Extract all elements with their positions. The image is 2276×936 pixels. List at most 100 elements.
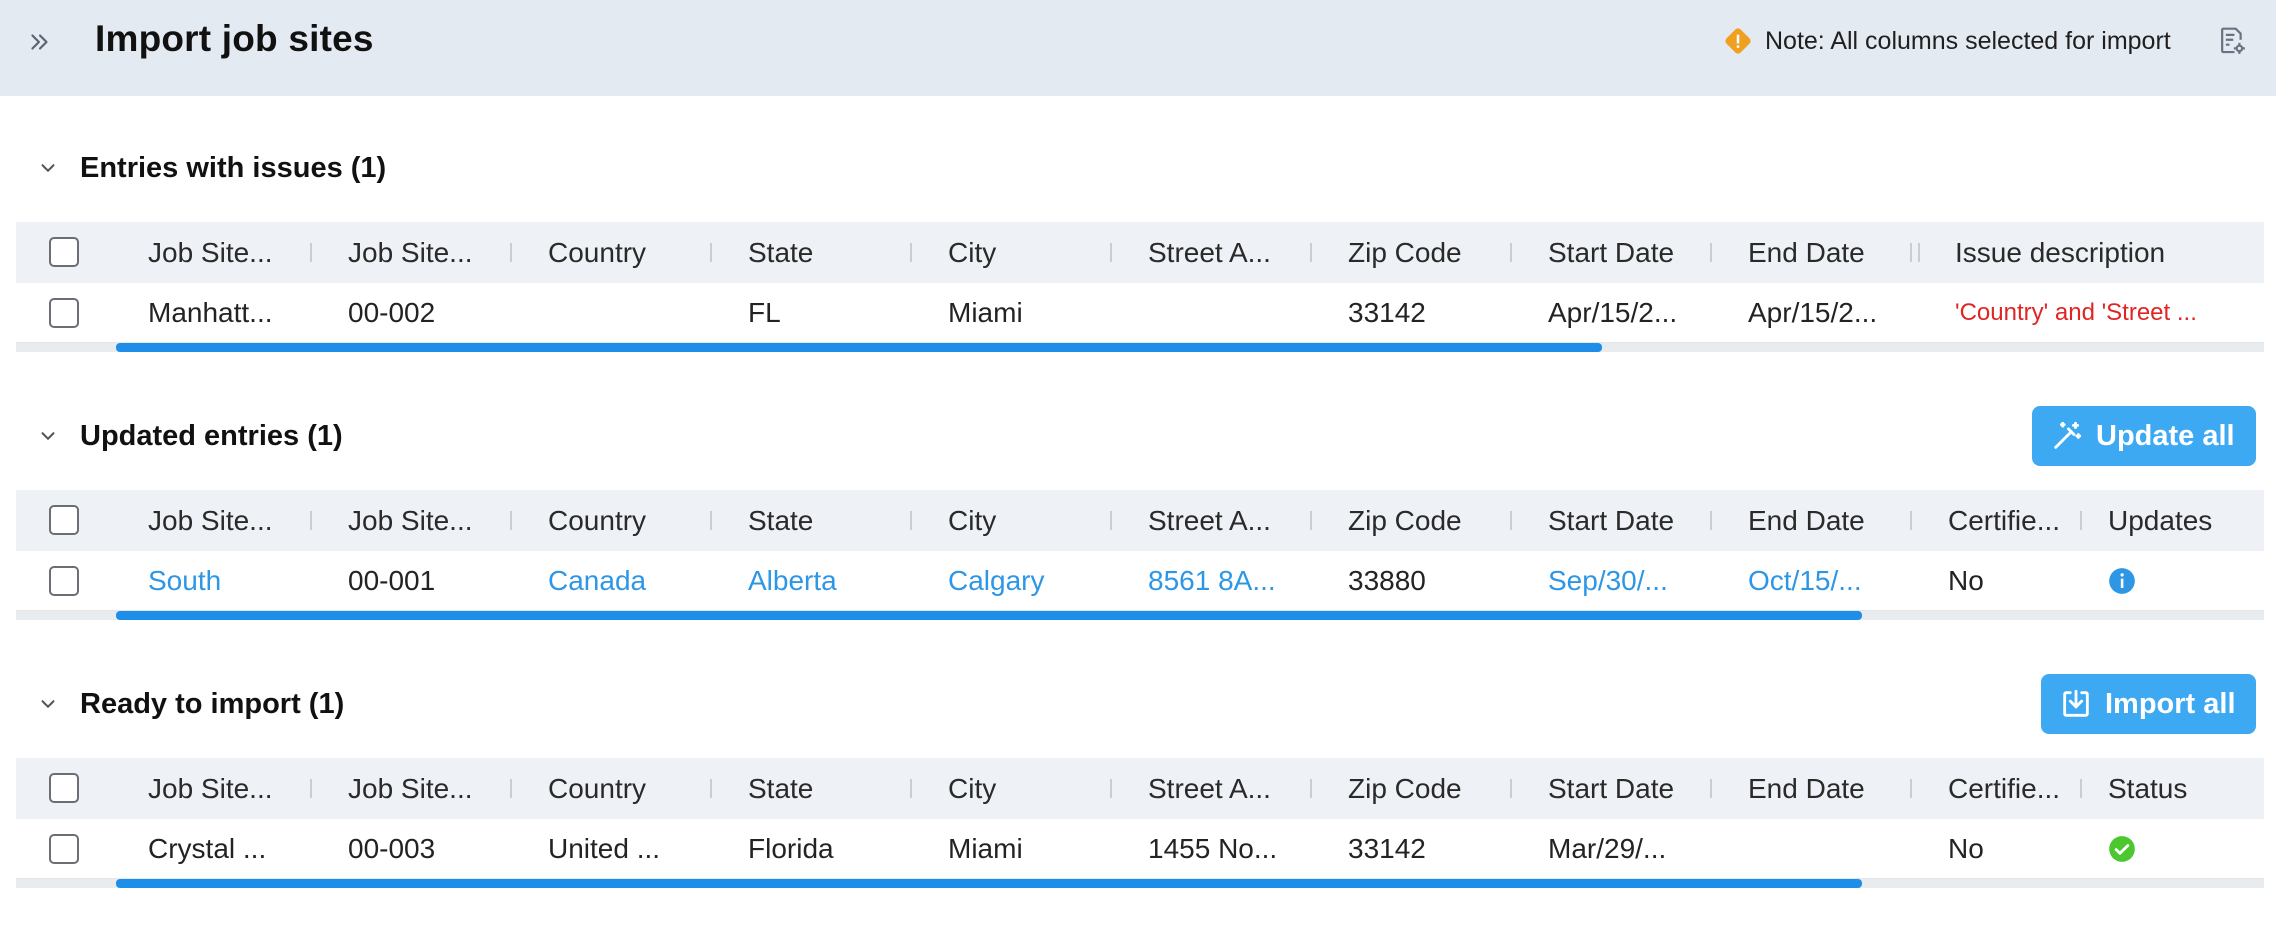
table-row[interactable]: South 00-001 Canada Alberta Calgary 8561… [16, 551, 2264, 611]
row-checkbox[interactable] [49, 298, 79, 328]
column-resizer[interactable] [1918, 243, 1920, 262]
column-resizer[interactable] [1710, 243, 1712, 262]
column-header[interactable]: Country [548, 758, 718, 819]
column-header[interactable]: State [748, 222, 918, 283]
column-resizer[interactable] [1110, 779, 1112, 798]
column-header[interactable]: Job Site... [148, 490, 318, 551]
column-header[interactable]: Certifie... [1948, 758, 2098, 819]
scrollbar-thumb[interactable] [116, 343, 1602, 352]
column-resizer[interactable] [1110, 511, 1112, 530]
column-header[interactable]: End Date [1748, 758, 1918, 819]
column-header[interactable]: Start Date [1548, 758, 1718, 819]
column-header[interactable]: Street A... [1148, 490, 1318, 551]
section-title: Entries with issues (1) [80, 151, 387, 184]
import-all-button[interactable]: Import all [2041, 674, 2256, 734]
column-header[interactable]: Updates [2108, 490, 2258, 551]
column-header[interactable]: Job Site... [348, 490, 518, 551]
column-header[interactable]: Issue description [1955, 222, 2255, 283]
column-header[interactable]: End Date [1748, 222, 1908, 283]
column-header[interactable]: Street A... [1148, 222, 1318, 283]
row-checkbox[interactable] [49, 566, 79, 596]
cell-street-address [1148, 283, 1318, 343]
import-all-label: Import all [2105, 687, 2236, 720]
column-header[interactable]: City [948, 490, 1118, 551]
column-resizer[interactable] [710, 511, 712, 530]
column-header[interactable]: Street A... [1148, 758, 1318, 819]
scrollbar-thumb[interactable] [116, 879, 1862, 888]
column-header[interactable]: Country [548, 222, 718, 283]
column-header[interactable]: Zip Code [1348, 758, 1518, 819]
column-resizer[interactable] [310, 243, 312, 262]
column-header[interactable]: Job Site... [348, 758, 518, 819]
horizontal-scrollbar[interactable] [16, 343, 2264, 352]
column-resizer[interactable] [1910, 243, 1912, 262]
column-resizer[interactable] [2080, 511, 2082, 530]
row-checkbox[interactable] [49, 834, 79, 864]
column-header[interactable]: City [948, 758, 1118, 819]
column-header[interactable]: Certifie... [1948, 490, 2098, 551]
column-resizer[interactable] [1910, 511, 1912, 530]
column-header[interactable]: Job Site... [148, 758, 318, 819]
cell-start-date: Sep/30/... [1548, 565, 1668, 596]
horizontal-scrollbar[interactable] [16, 611, 2264, 620]
column-resizer[interactable] [510, 779, 512, 798]
collapse-updated-button[interactable] [30, 418, 66, 454]
select-all-checkbox[interactable] [49, 773, 79, 803]
update-all-button[interactable]: Update all [2032, 406, 2256, 466]
column-header[interactable]: Zip Code [1348, 222, 1518, 283]
cell-end-date: Oct/15/... [1748, 565, 1862, 596]
update-all-label: Update all [2096, 419, 2235, 452]
column-header[interactable]: Country [548, 490, 718, 551]
collapse-issues-button[interactable] [30, 150, 66, 186]
column-resizer[interactable] [2080, 779, 2082, 798]
collapse-ready-button[interactable] [30, 686, 66, 722]
column-resizer[interactable] [1310, 511, 1312, 530]
cell-state: Alberta [748, 565, 837, 596]
column-header[interactable]: State [748, 758, 918, 819]
column-header[interactable]: Zip Code [1348, 490, 1518, 551]
expand-sidebar-button[interactable] [22, 24, 58, 60]
column-resizer[interactable] [910, 243, 912, 262]
column-resizer[interactable] [1510, 779, 1512, 798]
column-header[interactable]: Start Date [1548, 222, 1718, 283]
column-resizer[interactable] [1310, 779, 1312, 798]
select-all-checkbox[interactable] [49, 237, 79, 267]
column-header[interactable]: Start Date [1548, 490, 1718, 551]
column-resizer[interactable] [1310, 243, 1312, 262]
column-header[interactable]: State [748, 490, 918, 551]
cell-street-address: 1455 No... [1148, 833, 1278, 864]
column-resizer[interactable] [310, 511, 312, 530]
cell-country [548, 283, 718, 343]
cell-job-site-name: Manhatt... [148, 297, 273, 328]
select-all-checkbox[interactable] [49, 505, 79, 535]
column-resizer[interactable] [710, 779, 712, 798]
column-resizer[interactable] [1510, 511, 1512, 530]
column-settings-button[interactable] [2214, 22, 2250, 60]
column-resizer[interactable] [1710, 511, 1712, 530]
column-header[interactable]: Status [2108, 758, 2258, 819]
chevron-down-icon [41, 164, 55, 173]
column-header[interactable]: Job Site... [148, 222, 318, 283]
column-resizer[interactable] [910, 511, 912, 530]
column-resizer[interactable] [510, 243, 512, 262]
column-resizer[interactable] [1510, 243, 1512, 262]
column-resizer[interactable] [510, 511, 512, 530]
column-header[interactable]: Job Site... [348, 222, 518, 283]
horizontal-scrollbar[interactable] [16, 879, 2264, 888]
column-header[interactable]: End Date [1748, 490, 1918, 551]
cell-country: Canada [548, 565, 647, 596]
updates-info-button[interactable] [2108, 551, 2136, 611]
import-note: Note: All columns selected for import [1723, 24, 2171, 58]
table-row[interactable]: Crystal ... 00-003 United ... Florida Mi… [16, 819, 2264, 879]
column-resizer[interactable] [1710, 779, 1712, 798]
column-resizer[interactable] [1910, 779, 1912, 798]
column-resizer[interactable] [910, 779, 912, 798]
table-row[interactable]: Manhatt... 00-002 FL Miami 33142 Apr/15/… [16, 283, 2264, 343]
double-chevron-right-icon [31, 34, 48, 50]
column-header[interactable]: City [948, 222, 1118, 283]
note-text: Note: All columns selected for import [1765, 26, 2171, 55]
column-resizer[interactable] [310, 779, 312, 798]
column-resizer[interactable] [710, 243, 712, 262]
column-resizer[interactable] [1110, 243, 1112, 262]
scrollbar-thumb[interactable] [116, 611, 1862, 620]
